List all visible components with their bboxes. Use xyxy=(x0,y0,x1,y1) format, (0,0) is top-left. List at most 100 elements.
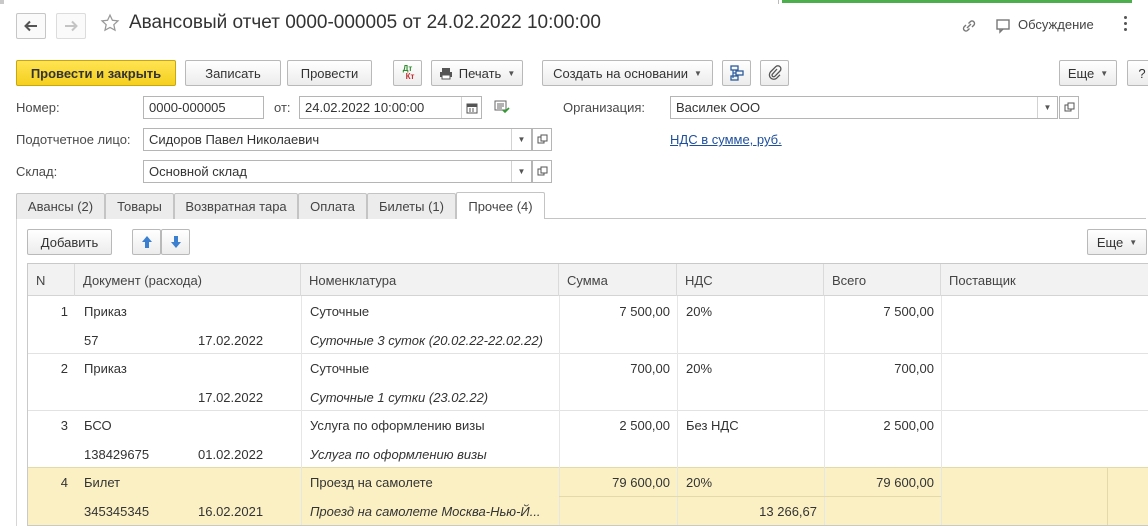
document-type: Приказ xyxy=(84,304,127,319)
forward-button[interactable] xyxy=(56,13,86,39)
arrow-up-icon xyxy=(141,236,152,248)
organization-field[interactable]: Василек ООО ▼ xyxy=(670,96,1058,119)
create-based-on-button[interactable]: Создать на основании ▼ xyxy=(542,60,713,86)
tab-returnable-packaging[interactable]: Возвратная тара xyxy=(174,193,298,219)
open-organization-button[interactable] xyxy=(1059,96,1079,119)
nomenclature-description: Проезд на самолете Москва-Нью-Й... xyxy=(310,504,541,519)
caret-down-icon: ▼ xyxy=(1100,68,1109,78)
dropdown-arrow-icon[interactable]: ▼ xyxy=(1037,97,1057,118)
get-link-button[interactable] xyxy=(960,18,978,37)
row-number: 3 xyxy=(60,418,68,433)
col-document[interactable]: Документ (расхода) xyxy=(75,264,301,296)
document-date: 16.02.2021 xyxy=(198,504,264,519)
date-field[interactable]: 24.02.2022 10:00:00 xyxy=(299,96,482,119)
date-value: 24.02.2022 10:00:00 xyxy=(305,100,425,115)
accountable-person-value: Сидоров Павел Николаевич xyxy=(149,132,320,147)
dt-kt-button[interactable]: Дт Кт xyxy=(393,60,422,86)
discussion-link[interactable]: Обсуждение xyxy=(1018,17,1094,32)
cell-divider xyxy=(677,496,824,497)
accountable-person-label: Подотчетное лицо: xyxy=(16,132,131,147)
sum: 2 500,00 xyxy=(619,418,670,433)
print-button[interactable]: Печать ▼ xyxy=(431,60,523,86)
table-header: N Документ (расхода) Номенклатура Сумма … xyxy=(28,264,1148,296)
arrow-right-icon xyxy=(65,20,78,32)
nomenclature-description: Суточные 3 суток (20.02.22-22.02.22) xyxy=(310,333,543,348)
col-nomenclature[interactable]: Номенклатура xyxy=(301,264,559,296)
col-n[interactable]: N xyxy=(28,264,75,296)
top-accent-bar xyxy=(782,0,1132,3)
number-value: 0000-000005 xyxy=(149,100,226,115)
document-type: Приказ xyxy=(84,361,127,376)
col-separator xyxy=(559,296,560,525)
move-up-button[interactable] xyxy=(132,229,161,255)
tab-other[interactable]: Прочее (4) xyxy=(456,192,545,219)
row-separator xyxy=(28,410,1148,411)
help-button[interactable]: ? xyxy=(1127,60,1148,86)
col-supplier[interactable]: Поставщик xyxy=(941,264,1148,296)
table-more-button[interactable]: Еще ▼ xyxy=(1087,229,1147,255)
nds-in-sum-link[interactable]: НДС в сумме, руб. xyxy=(670,132,782,147)
dt-kt-icon: Дт Кт xyxy=(402,64,415,81)
col-total[interactable]: Всего xyxy=(824,264,941,296)
open-warehouse-button[interactable] xyxy=(532,160,552,183)
printer-icon xyxy=(439,67,452,79)
add-button[interactable]: Добавить xyxy=(27,229,112,255)
paperclip-icon xyxy=(768,65,782,80)
row-number: 4 xyxy=(60,475,68,490)
row-number: 1 xyxy=(60,304,68,319)
create-based-label: Создать на основании xyxy=(553,65,688,81)
organization-label: Организация: xyxy=(563,100,646,115)
col-separator xyxy=(301,296,302,525)
document-number: 57 xyxy=(84,333,99,348)
date-label: от: xyxy=(274,100,291,115)
move-down-button[interactable] xyxy=(161,229,190,255)
tab-tickets[interactable]: Билеты (1) xyxy=(367,193,456,219)
dropdown-arrow-icon[interactable]: ▼ xyxy=(511,161,531,182)
document-number: 138429675 xyxy=(84,447,150,462)
back-button[interactable] xyxy=(16,13,46,39)
warehouse-label: Склад: xyxy=(16,164,58,179)
document-date: 01.02.2022 xyxy=(198,447,264,462)
print-label: Печать xyxy=(458,65,502,81)
other-expenses-table: N Документ (расхода) Номенклатура Сумма … xyxy=(27,263,1148,526)
col-sum[interactable]: Сумма xyxy=(559,264,677,296)
more-menu-icon[interactable] xyxy=(1120,16,1130,36)
dropdown-arrow-icon[interactable]: ▼ xyxy=(511,129,531,150)
post-button[interactable]: Провести xyxy=(287,60,372,86)
top-separator xyxy=(778,0,779,4)
tab-goods[interactable]: Товары xyxy=(105,193,174,219)
tab-advances[interactable]: Авансы (2) xyxy=(16,193,105,219)
calendar-icon[interactable] xyxy=(461,97,481,118)
caret-down-icon: ▼ xyxy=(1129,237,1138,247)
col-separator xyxy=(1107,467,1108,525)
warehouse-field[interactable]: Основной склад ▼ xyxy=(143,160,532,183)
number-field[interactable]: 0000-000005 xyxy=(143,96,264,119)
open-person-button[interactable] xyxy=(532,128,552,151)
favorite-star-button[interactable] xyxy=(100,13,120,36)
row-separator xyxy=(28,353,1148,354)
top-edge-mark xyxy=(0,0,4,4)
structure-button[interactable] xyxy=(722,60,751,86)
discussion-icon[interactable] xyxy=(995,18,1013,37)
post-and-close-button[interactable]: Провести и закрыть xyxy=(16,60,176,86)
tab-payment[interactable]: Оплата xyxy=(298,193,367,219)
sum: 7 500,00 xyxy=(619,304,670,319)
write-button[interactable]: Записать xyxy=(185,60,281,86)
attach-button[interactable] xyxy=(760,60,789,86)
nomenclature: Суточные xyxy=(310,361,370,376)
table-more-label: Еще xyxy=(1096,234,1124,250)
open-icon xyxy=(1064,102,1074,112)
arrow-left-icon xyxy=(24,20,37,32)
document-date: 17.02.2022 xyxy=(198,390,264,405)
nds-sum: 13 266,67 xyxy=(759,504,817,519)
col-nds[interactable]: НДС xyxy=(677,264,824,296)
total: 700,00 xyxy=(894,361,934,376)
nds-rate: 20% xyxy=(686,475,713,490)
open-icon xyxy=(537,166,547,176)
link-icon xyxy=(962,20,976,32)
nds-rate: 20% xyxy=(686,304,713,319)
document-date: 17.02.2022 xyxy=(198,333,264,348)
documents-status-icon[interactable] xyxy=(494,100,510,117)
accountable-person-field[interactable]: Сидоров Павел Николаевич ▼ xyxy=(143,128,532,151)
more-button[interactable]: Еще ▼ xyxy=(1059,60,1117,86)
